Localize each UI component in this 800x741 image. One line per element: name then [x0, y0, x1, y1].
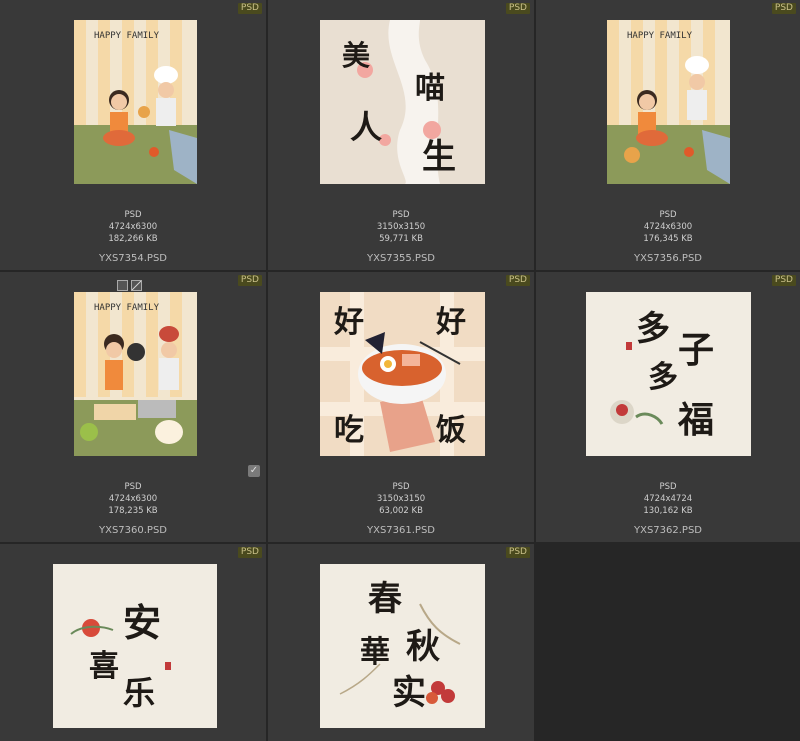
file-name[interactable]: YXS7356.PSD: [536, 253, 800, 264]
file-type-badge: PSD: [237, 275, 262, 286]
thumbnail-image: 春 秋 華 实: [320, 564, 485, 728]
diagonal-icon[interactable]: [131, 280, 142, 291]
file-size: 182,266 KB: [108, 234, 158, 244]
thumbnail-image: HAPPY FAMILY: [74, 20, 197, 184]
thumbnail-image: 安 喜 乐: [53, 564, 217, 728]
file-dimensions: 3150x3150: [376, 494, 426, 504]
art-title: HAPPY FAMILY: [94, 303, 160, 313]
art-char: 喵: [415, 71, 445, 106]
file-type-label: PSD: [392, 210, 410, 220]
art-char: 秋: [406, 627, 440, 667]
file-name[interactable]: YXS7360.PSD: [0, 525, 266, 536]
art-char: 美: [342, 39, 370, 72]
thumbnail-item[interactable]: PSD 美 喵 人 生 PSD 3150x3150 59,771 KB YXS7…: [268, 0, 534, 270]
art-char: 多: [648, 360, 678, 395]
thumbnail-item[interactable]: PSD HAPPY FAMILY ✓ PSD 4724x6300 178,235…: [0, 272, 266, 542]
file-size: 63,002 KB: [379, 506, 423, 516]
file-type-label: PSD: [392, 482, 410, 492]
file-dimensions: 4724x6300: [108, 494, 158, 504]
file-dimensions: 4724x4724: [643, 494, 693, 504]
file-type-label: PSD: [124, 210, 142, 220]
art-title: HAPPY FAMILY: [627, 31, 693, 41]
square-icon[interactable]: [117, 280, 128, 291]
thumbnail-item[interactable]: PSD 安 喜 乐: [0, 544, 266, 741]
art-char: 饭: [436, 413, 466, 448]
selected-check-icon[interactable]: ✓: [248, 465, 260, 477]
art-char: 吃: [334, 413, 364, 448]
file-size: 176,345 KB: [643, 234, 693, 244]
empty-grid-area: [536, 544, 800, 741]
file-dimensions: 4724x6300: [108, 222, 158, 232]
file-name[interactable]: YXS7362.PSD: [536, 525, 800, 536]
art-char: 好: [333, 305, 364, 340]
thumbnail-item[interactable]: PSD HAPPY FAMILY PSD 4724x6300 182,266 K…: [0, 0, 266, 270]
file-type-badge: PSD: [505, 275, 530, 286]
art-char: 人: [350, 108, 382, 146]
thumbnail-image: 多 子 多 福: [586, 292, 751, 456]
file-name[interactable]: YXS7355.PSD: [268, 253, 534, 264]
file-type-badge: PSD: [237, 3, 262, 14]
thumbnail-item[interactable]: PSD 多 子 多 福 PSD 4724x4724 130,162 KB YXS…: [536, 272, 800, 542]
art-char: 安: [123, 600, 161, 645]
art-char: 多: [636, 309, 670, 349]
art-title: HAPPY FAMILY: [94, 31, 160, 41]
file-size: 178,235 KB: [108, 506, 158, 516]
thumbnail-grid: PSD HAPPY FAMILY PSD 4724x6300 182,266 K…: [0, 0, 800, 741]
file-dimensions: 4724x6300: [643, 222, 693, 232]
file-type-badge: PSD: [505, 3, 530, 14]
thumbnail-image: 好 好 吃 饭: [320, 292, 485, 456]
art-char: 生: [422, 137, 456, 177]
file-name[interactable]: YXS7354.PSD: [0, 253, 266, 264]
file-type-label: PSD: [124, 482, 142, 492]
art-char: 子: [678, 329, 714, 371]
file-dimensions: 3150x3150: [376, 222, 426, 232]
file-type-label: PSD: [659, 482, 677, 492]
file-size: 59,771 KB: [379, 234, 423, 244]
file-size: 130,162 KB: [643, 506, 693, 516]
thumbnail-image: HAPPY FAMILY: [74, 292, 197, 456]
art-char: 实: [392, 673, 426, 713]
art-char: 喜: [89, 649, 119, 684]
thumbnail-item[interactable]: PSD HAPPY FAMILY PSD 4724x6300 176,345 K…: [536, 0, 800, 270]
art-char: 好: [435, 305, 466, 340]
thumbnail-item[interactable]: PSD 春 秋 華 实: [268, 544, 534, 741]
file-type-badge: PSD: [237, 547, 262, 558]
art-char: 華: [360, 635, 390, 670]
file-type-badge: PSD: [771, 275, 796, 286]
art-char: 春: [368, 579, 402, 619]
art-char: 福: [677, 399, 714, 441]
file-type-badge: PSD: [771, 3, 796, 14]
file-type-label: PSD: [659, 210, 677, 220]
thumbnail-image: HAPPY FAMILY: [607, 20, 730, 184]
thumbnail-item[interactable]: PSD 好 好 吃 饭 PSD 3150x3150 63,002 KB YXS7…: [268, 272, 534, 542]
file-name[interactable]: YXS7361.PSD: [268, 525, 534, 536]
art-char: 乐: [123, 674, 155, 712]
file-type-badge: PSD: [505, 547, 530, 558]
thumbnail-image: 美 喵 人 生: [320, 20, 485, 184]
